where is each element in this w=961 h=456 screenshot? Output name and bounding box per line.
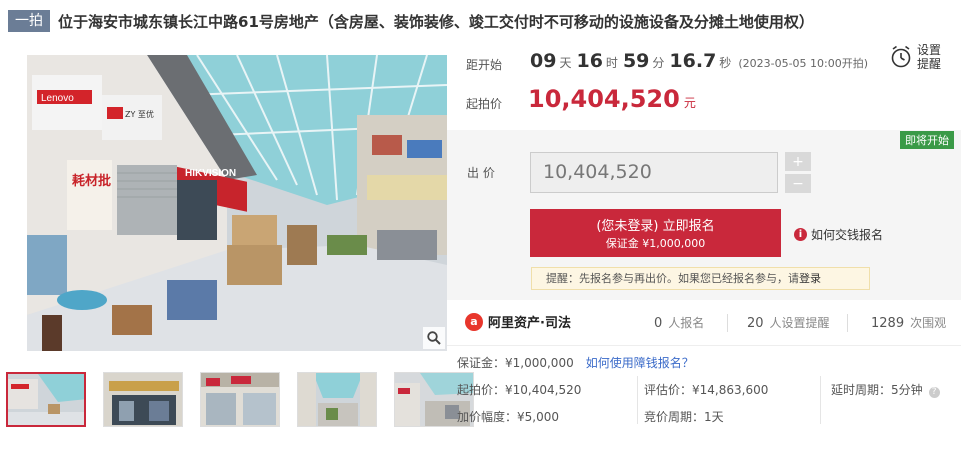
detail-increment: 加价幅度：¥5,000	[457, 410, 559, 424]
sign-lenovo: Lenovo	[41, 93, 74, 104]
ali-logo-icon: a	[465, 312, 483, 331]
notice-text: 提醒：先报名参与再出价。如果您已经报名参与，请	[546, 272, 799, 285]
how-to-pay-label: 如何交钱报名	[811, 228, 884, 242]
thumbnail-2[interactable]	[103, 372, 183, 427]
stats-row: a 阿里资产·司法 0 人报名 20 人设置提醒 1289 次围观	[447, 300, 961, 346]
starting-price: 10,404,520 元	[528, 85, 696, 113]
countdown-seconds-unit: 秒	[719, 56, 732, 70]
login-link[interactable]: 登录	[799, 272, 821, 285]
countdown-timer: 09 天 16 时 59 分 16.7 秒 (2023-05-05 10:00开…	[530, 50, 868, 72]
starting-price-value: 10,404,520	[528, 85, 680, 113]
thumbnail-4[interactable]	[297, 372, 377, 427]
countdown-hours: 16	[576, 50, 603, 72]
sign-zy: ZY 至优	[125, 109, 154, 119]
deposit-help-link[interactable]: 如何使用障钱报名？	[586, 356, 694, 370]
countdown-minutes-unit: 分	[652, 56, 665, 70]
detail-start-price: 起拍价：¥10,404,520	[457, 383, 582, 397]
thumbnail-strip	[6, 372, 474, 427]
signup-button[interactable]: (您未登录) 立即报名 保证金 ¥1,000,000	[530, 209, 781, 257]
bid-decrease-button[interactable]: −	[785, 174, 811, 193]
reminder-count: 20 人设置提醒	[747, 316, 830, 331]
auction-round-badge: 一拍	[8, 10, 50, 32]
main-photo[interactable]: Lenovo ZY 至优 HIKVISION 耗材批	[27, 55, 447, 351]
status-badge: 即将开始	[900, 131, 954, 149]
info-icon: i	[794, 228, 807, 241]
countdown-hours-unit: 时	[605, 56, 618, 70]
detail-bid-cycle: 竞价周期：1天	[644, 410, 724, 424]
brand-name: 阿里资产·司法	[488, 316, 571, 331]
title-row: 一拍 位于海安市城东镇长江中路61号房地产（含房屋、装饰装修、竣工交付时不可移动…	[8, 9, 957, 33]
signup-deposit-label: 保证金 ¥1,000,000	[605, 237, 706, 250]
detail-assessed-price: 评估价：¥14,863,600	[644, 383, 769, 397]
countdown-seconds: 16.7	[669, 50, 717, 72]
starting-price-currency: 元	[683, 96, 696, 110]
sign-consumables: 耗材批	[72, 173, 111, 189]
sign-hikvision: HIKVISION	[185, 168, 236, 179]
reminder-label-line1: 设置	[917, 42, 942, 57]
countdown-minutes: 59	[622, 50, 650, 72]
signup-count: 0 人报名	[654, 316, 705, 331]
reminder-label-line2: 提醒	[917, 56, 942, 71]
thumbnail-3[interactable]	[200, 372, 280, 427]
zoom-button[interactable]	[423, 327, 445, 349]
how-to-pay-link[interactable]: i 如何交钱报名	[794, 226, 883, 243]
login-notice: 提醒：先报名参与再出价。如果您已经报名参与，请登录	[531, 267, 870, 290]
deposit-value: 保证金：¥1,000,000	[457, 356, 574, 370]
help-icon[interactable]: ?	[928, 387, 940, 398]
countdown-days-unit: 天	[559, 56, 572, 70]
view-count: 1289 次围观	[871, 316, 947, 331]
alarm-clock-icon	[891, 45, 911, 67]
deposit-row: 保证金：¥1,000,000 如何使用障钱报名？	[457, 354, 694, 371]
bid-increase-button[interactable]: +	[785, 152, 811, 171]
countdown-block: 距开始 09 天 16 时 59 分 16.7 秒 (2023-05-05 10…	[447, 38, 886, 130]
ali-judicial-logo: a 阿里资产·司法	[465, 312, 571, 331]
bid-amount-input[interactable]: 10,404,520	[530, 152, 778, 193]
page-title: 位于海安市城东镇长江中路61号房地产（含房屋、装饰装修、竣工交付时不可移动的设施…	[58, 12, 814, 31]
magnifier-icon	[427, 331, 441, 345]
countdown-days: 09	[530, 50, 557, 72]
thumbnail-1[interactable]	[6, 372, 86, 427]
bid-label: 出 价	[467, 166, 495, 180]
bid-area: 即将开始 出 价 10,404,520 + − (您未登录) 立即报名 保证金 …	[447, 130, 961, 300]
detail-delay-period: 延时周期：5分钟?	[831, 381, 940, 398]
starting-price-label: 起拍价	[466, 97, 503, 111]
signup-button-label: (您未登录) 立即报名	[596, 219, 715, 234]
countdown-label: 距开始	[466, 58, 503, 72]
set-reminder-button[interactable]: 设置 提醒	[890, 38, 961, 75]
start-time: (2023-05-05 10:00开拍)	[738, 57, 869, 70]
market-interior-image: Lenovo ZY 至优 HIKVISION 耗材批	[27, 55, 447, 351]
